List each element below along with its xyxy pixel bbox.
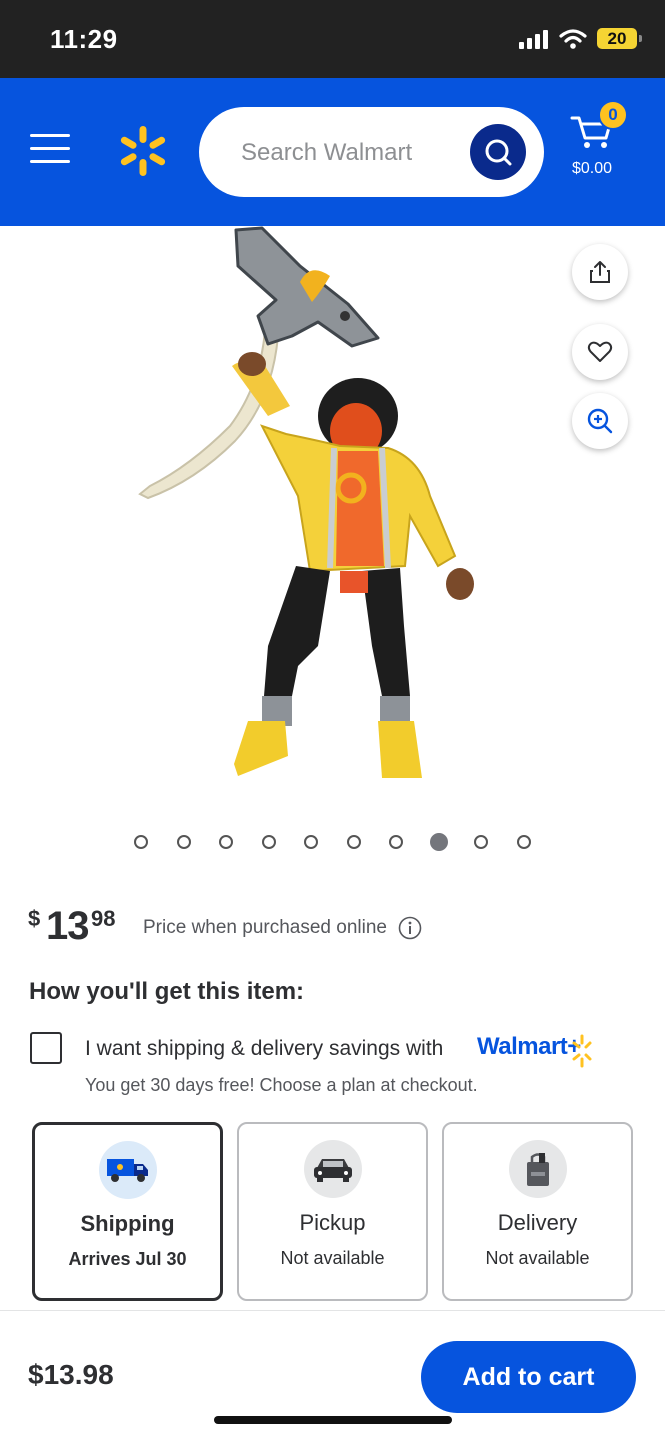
favorite-button[interactable] <box>572 324 628 380</box>
product-image-carousel[interactable] <box>0 226 665 816</box>
walmart-plus-logo: Walmart+ <box>477 1033 581 1060</box>
battery-icon: 20 <box>597 28 642 49</box>
carousel-dot[interactable] <box>346 835 361 849</box>
carousel-dot[interactable] <box>429 833 448 851</box>
home-indicator <box>214 1416 452 1424</box>
carousel-dots <box>0 833 665 853</box>
search-bar <box>199 107 544 199</box>
carousel-dot[interactable] <box>389 835 403 849</box>
zoom-in-icon <box>587 408 613 434</box>
carousel-dot[interactable] <box>219 835 233 849</box>
search-input[interactable] <box>239 107 473 199</box>
shipping-option[interactable]: Shipping Arrives Jul 30 <box>32 1122 223 1301</box>
fulfillment-heading: How you'll get this item: <box>29 978 305 1005</box>
status-time: 11:29 <box>50 24 118 54</box>
walmart-plus-checkbox[interactable] <box>30 1032 62 1064</box>
status-icons: 20 <box>519 28 642 49</box>
option-title: Shipping <box>80 1211 175 1236</box>
option-subtitle: Arrives Jul 30 <box>68 1249 187 1269</box>
walmart-plus-subtext: You get 30 days free! Choose a plan at c… <box>85 1075 478 1095</box>
cart-button[interactable]: 0 $0.00 <box>566 100 628 182</box>
product-image <box>138 226 474 778</box>
search-button[interactable] <box>470 124 526 180</box>
price-cents: 98 <box>91 906 116 931</box>
carousel-dot[interactable] <box>176 835 191 849</box>
signal-icon <box>519 29 548 49</box>
pickup-option[interactable]: Pickup Not available <box>237 1122 428 1301</box>
option-subtitle: Not available <box>280 1248 385 1268</box>
bottom-price: $13.98 <box>28 1359 114 1390</box>
option-subtitle: Not available <box>485 1248 590 1268</box>
cart-total: $0.00 <box>572 160 613 177</box>
carousel-dot[interactable] <box>261 835 276 849</box>
carousel-dot[interactable] <box>516 835 531 849</box>
walmart-plus-spark-icon <box>572 1034 592 1068</box>
price-dollars: 13 <box>46 904 89 948</box>
add-to-cart-button[interactable]: Add to cart <box>421 1341 636 1413</box>
carousel-dot[interactable] <box>474 835 488 849</box>
zoom-button[interactable] <box>572 393 628 449</box>
info-icon[interactable] <box>398 916 422 940</box>
price-note: Price when purchased online <box>143 917 387 938</box>
delivery-bag-icon <box>508 1140 567 1198</box>
share-button[interactable] <box>572 244 628 300</box>
wifi-icon <box>559 28 587 49</box>
shipping-truck-icon <box>98 1141 157 1199</box>
search-icon <box>485 139 512 166</box>
walmart-spark-logo[interactable] <box>116 124 170 178</box>
option-title: Pickup <box>299 1210 366 1235</box>
delivery-option[interactable]: Delivery Not available <box>442 1122 633 1301</box>
option-title: Delivery <box>497 1210 578 1235</box>
header: 0 $0.00 <box>0 78 665 226</box>
heart-icon <box>587 341 613 362</box>
carousel-dot[interactable] <box>304 835 318 849</box>
cart-count-badge: 0 <box>598 100 628 130</box>
share-icon <box>590 261 610 283</box>
status-bar: 11:29 20 <box>0 0 665 78</box>
price-currency: $ <box>28 906 41 931</box>
walmart-plus-text: I want shipping & delivery savings with <box>85 1037 444 1060</box>
carousel-dot[interactable] <box>134 835 148 849</box>
menu-icon[interactable] <box>30 134 70 166</box>
pickup-car-icon <box>303 1140 362 1198</box>
